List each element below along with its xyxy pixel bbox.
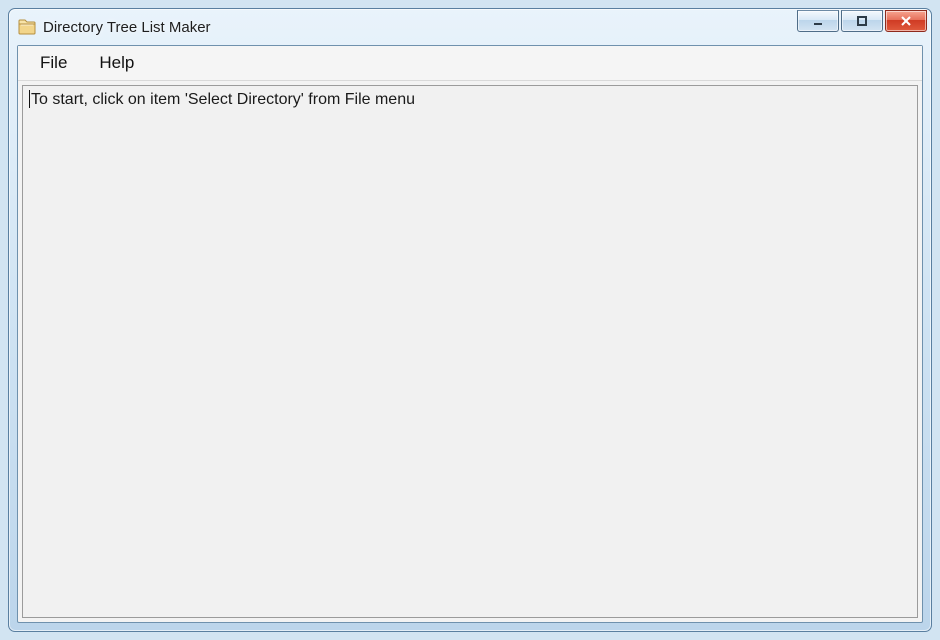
client-area: File Help To start, click on item 'Selec… (17, 45, 923, 623)
title-bar[interactable]: Directory Tree List Maker (9, 9, 931, 45)
app-folder-icon (17, 17, 37, 37)
minimize-button[interactable] (797, 10, 839, 32)
menu-file[interactable]: File (24, 49, 83, 77)
caption-buttons (797, 9, 927, 46)
menu-help[interactable]: Help (83, 49, 150, 77)
placeholder-text: To start, click on item 'Select Director… (31, 91, 415, 108)
application-window: Directory Tree List Maker File Help To s… (8, 8, 932, 632)
close-button[interactable] (885, 10, 927, 32)
text-caret-icon (29, 90, 30, 108)
window-title: Directory Tree List Maker (43, 19, 211, 36)
menu-bar: File Help (18, 46, 922, 81)
maximize-button[interactable] (841, 10, 883, 32)
output-textarea[interactable]: To start, click on item 'Select Director… (22, 85, 918, 618)
